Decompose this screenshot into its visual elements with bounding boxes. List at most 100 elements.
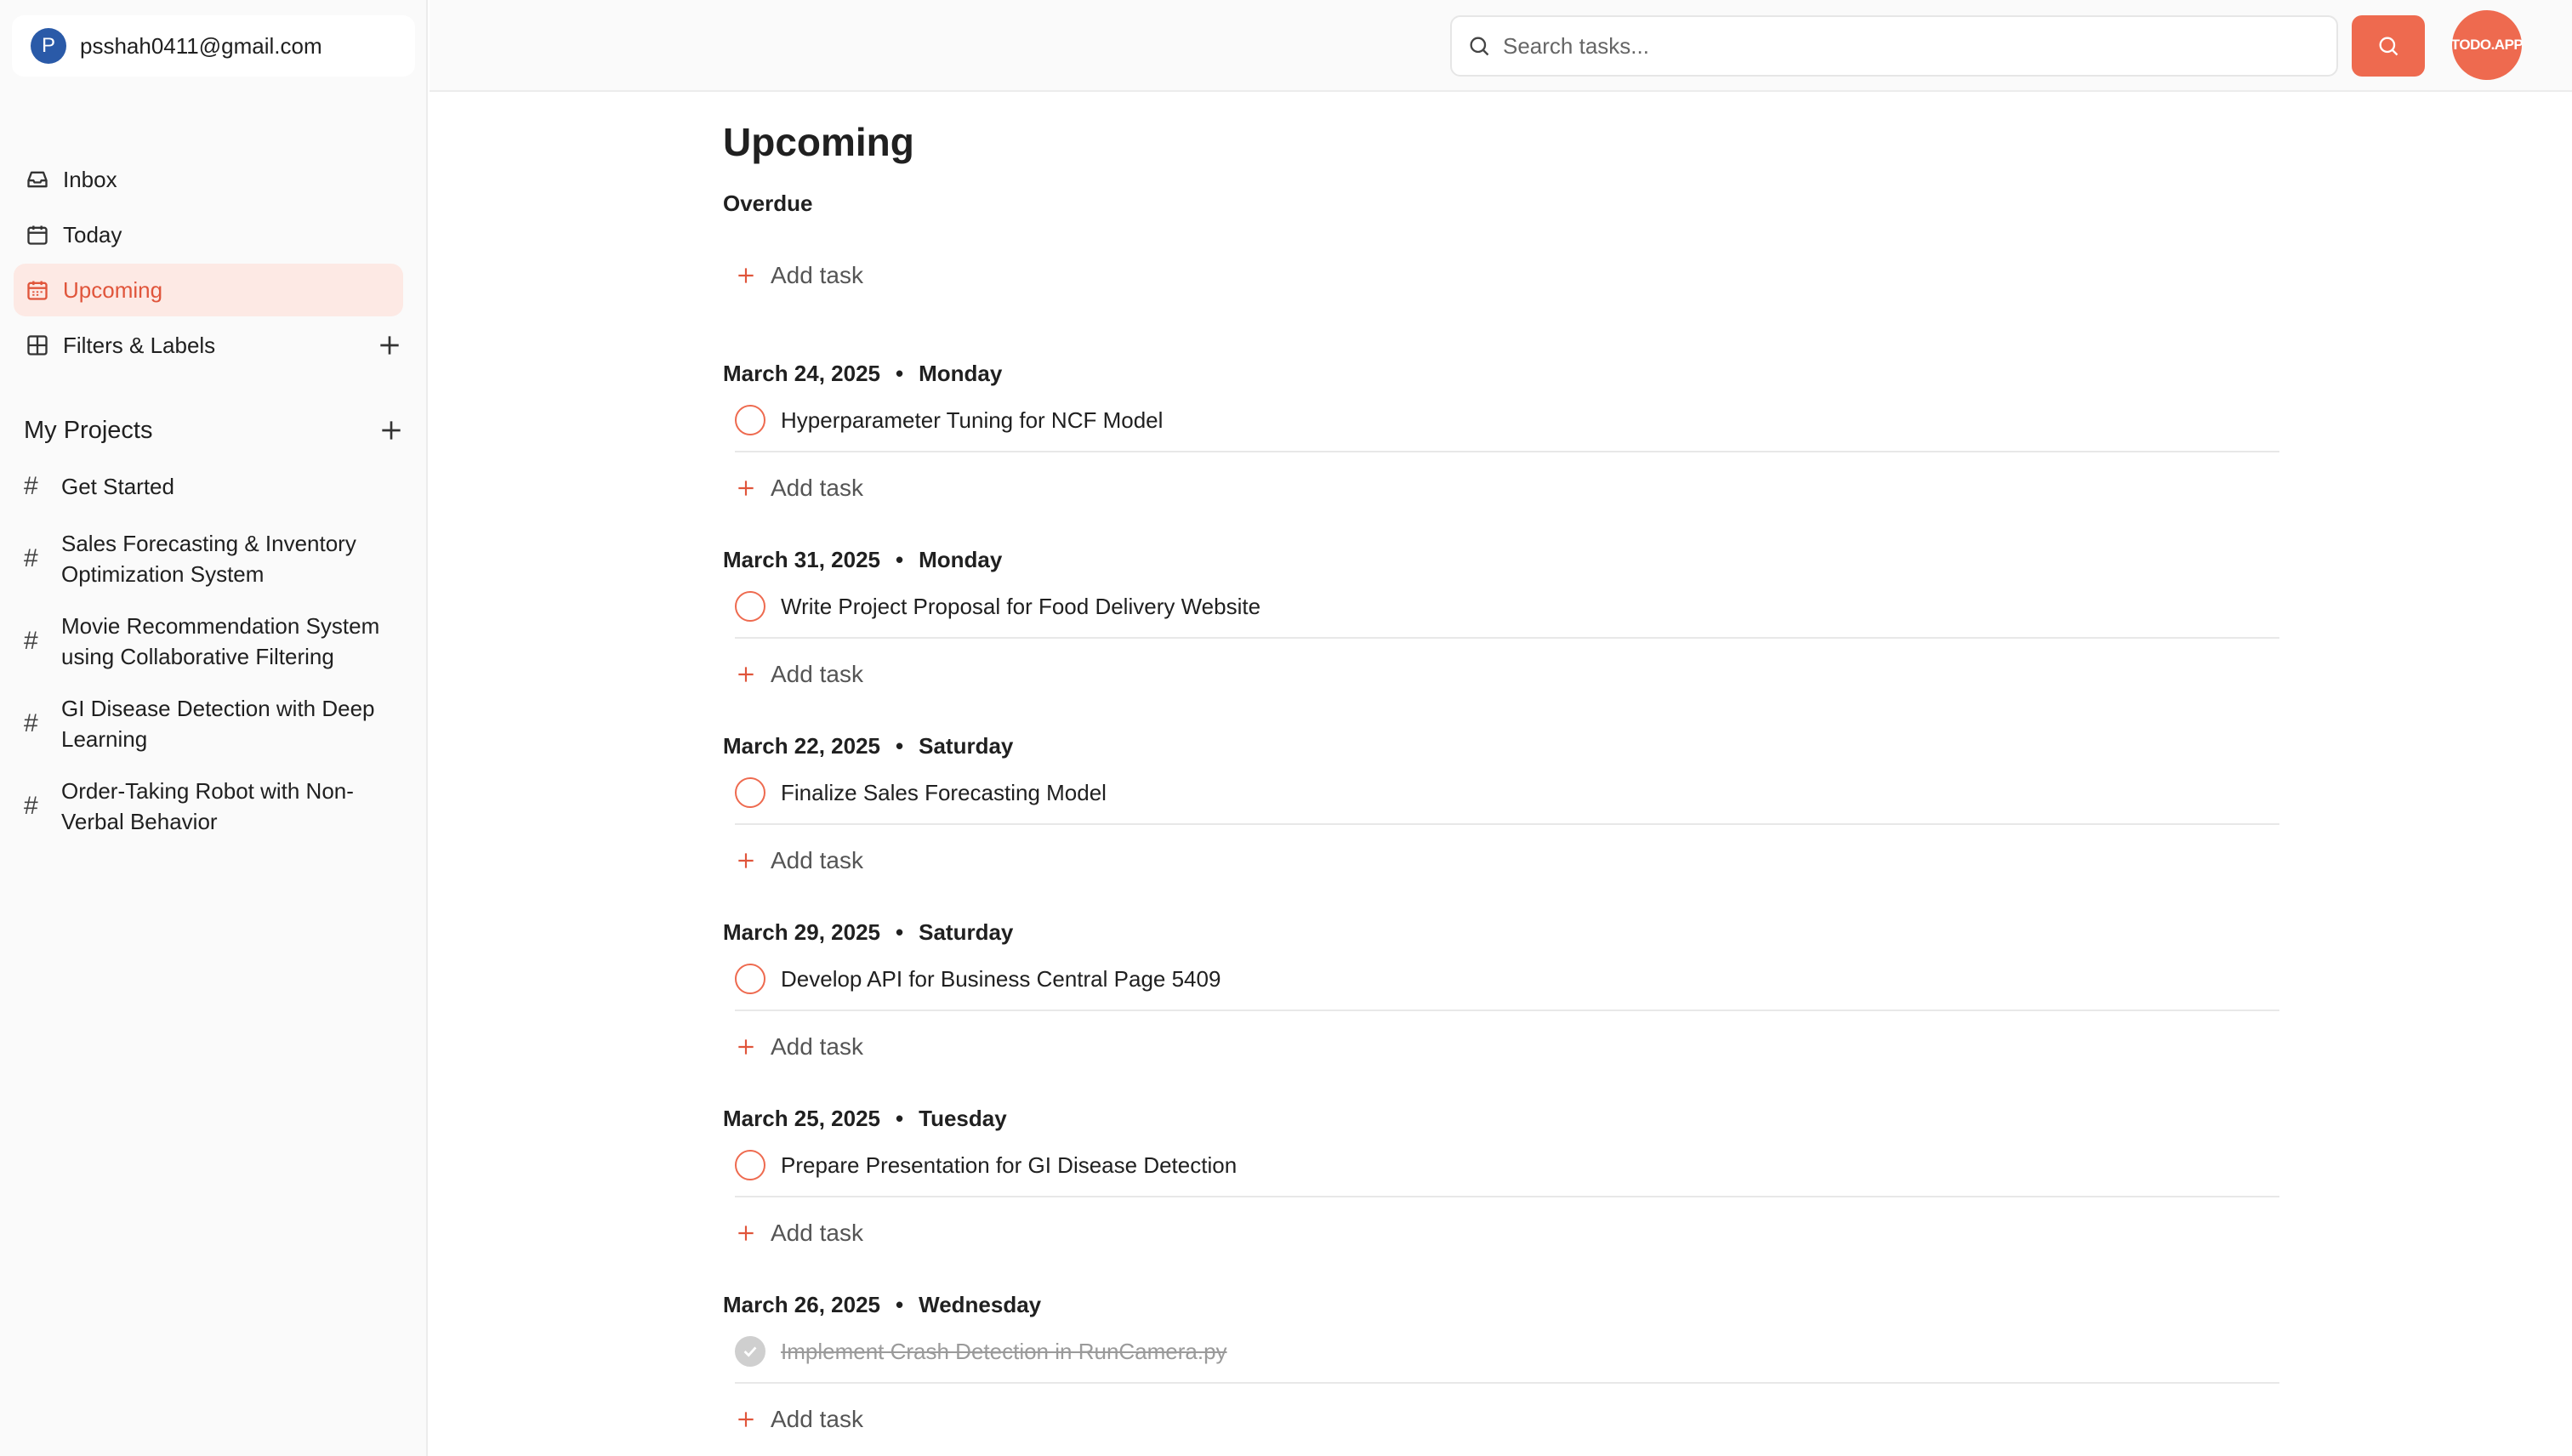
inbox-icon bbox=[24, 166, 51, 193]
hash-icon: # bbox=[24, 627, 38, 655]
section-date: March 29, 2025 bbox=[723, 919, 881, 945]
add-filter-icon[interactable] bbox=[376, 332, 403, 359]
add-task-button[interactable]: Add task bbox=[735, 842, 863, 879]
task-title: Hyperparameter Tuning for NCF Model bbox=[781, 407, 1164, 433]
section-day: Monday bbox=[919, 361, 1003, 386]
add-task-label: Add task bbox=[771, 262, 863, 288]
task-row[interactable]: Prepare Presentation for GI Disease Dete… bbox=[735, 1135, 2279, 1197]
nav-item-inbox[interactable]: Inbox bbox=[14, 153, 403, 206]
task-checkbox[interactable] bbox=[735, 777, 765, 808]
day-section: March 25, 2025 • Tuesday Prepare Present… bbox=[723, 1106, 2279, 1276]
nav-item-upcoming[interactable]: Upcoming bbox=[14, 264, 403, 316]
section-day: Tuesday bbox=[919, 1106, 1007, 1131]
add-task-label: Add task bbox=[771, 475, 863, 501]
grid-icon bbox=[24, 332, 51, 359]
calendar-grid-icon bbox=[24, 276, 51, 304]
plus-icon bbox=[738, 268, 754, 283]
task-row[interactable]: Finalize Sales Forecasting Model bbox=[735, 762, 2279, 825]
day-section: March 31, 2025 • Monday Write Project Pr… bbox=[723, 547, 2279, 717]
hash-icon: # bbox=[24, 709, 38, 737]
search-box[interactable] bbox=[1450, 15, 2338, 77]
section-date: March 31, 2025 bbox=[723, 547, 881, 572]
project-item[interactable]: # Movie Recommendation System using Coll… bbox=[24, 611, 403, 672]
day-section: March 22, 2025 • Saturday Finalize Sales… bbox=[723, 733, 2279, 903]
plus-icon bbox=[738, 853, 754, 868]
project-item[interactable]: # Order-Taking Robot with Non-Verbal Beh… bbox=[24, 776, 403, 837]
account-switcher[interactable]: P psshah0411@gmail.com bbox=[12, 15, 415, 77]
separator-dot: • bbox=[896, 919, 904, 945]
separator-dot: • bbox=[896, 547, 904, 572]
plus-icon bbox=[738, 1039, 754, 1055]
nav-item-label: Filters & Labels bbox=[63, 332, 216, 358]
separator-dot: • bbox=[896, 733, 904, 759]
add-task-button[interactable]: Add task bbox=[735, 1028, 863, 1066]
project-label: GI Disease Detection with Deep Learning bbox=[61, 696, 375, 752]
nav-item-filters-labels[interactable]: Filters & Labels bbox=[14, 319, 403, 372]
nav-item-today[interactable]: Today bbox=[14, 208, 403, 261]
task-checkbox[interactable] bbox=[735, 591, 765, 622]
section-day: Saturday bbox=[919, 919, 1014, 945]
separator-dot: • bbox=[896, 1292, 904, 1317]
task-checkbox-checked[interactable] bbox=[735, 1336, 765, 1367]
section-header: March 31, 2025 • Monday bbox=[723, 547, 1002, 573]
task-title: Implement Crash Detection in RunCamera.p… bbox=[781, 1338, 1227, 1364]
projects-title: My Projects bbox=[24, 416, 153, 444]
top-bar: TODO.APP bbox=[430, 0, 2572, 92]
section-day: Wednesday bbox=[919, 1292, 1042, 1317]
task-row[interactable]: Implement Crash Detection in RunCamera.p… bbox=[735, 1321, 2279, 1384]
add-project-icon[interactable] bbox=[378, 417, 405, 444]
task-title: Prepare Presentation for GI Disease Dete… bbox=[781, 1152, 1238, 1178]
sidebar: P psshah0411@gmail.com Inbox Today Upcom… bbox=[0, 0, 428, 1456]
section-header: March 26, 2025 • Wednesday bbox=[723, 1292, 1041, 1318]
add-task-button[interactable]: Add task bbox=[735, 1214, 863, 1252]
add-task-button[interactable]: Add task bbox=[735, 469, 863, 507]
day-section: March 29, 2025 • Saturday Develop API fo… bbox=[723, 919, 2279, 1089]
project-label: Order-Taking Robot with Non-Verbal Behav… bbox=[61, 778, 354, 834]
calendar-icon bbox=[24, 221, 51, 248]
search-input[interactable] bbox=[1503, 32, 2319, 60]
search-button[interactable] bbox=[2352, 15, 2425, 77]
task-row[interactable]: Hyperparameter Tuning for NCF Model bbox=[735, 390, 2279, 452]
plus-icon bbox=[738, 481, 754, 496]
check-icon bbox=[743, 1346, 757, 1357]
section-date: March 25, 2025 bbox=[723, 1106, 881, 1131]
add-task-button[interactable]: Add task bbox=[735, 656, 863, 693]
hash-icon: # bbox=[24, 792, 38, 820]
section-date: March 24, 2025 bbox=[723, 361, 881, 386]
day-section: March 26, 2025 • Wednesday Implement Cra… bbox=[723, 1292, 2279, 1456]
brand-logo[interactable]: TODO.APP bbox=[2451, 10, 2524, 80]
task-row[interactable]: Develop API for Business Central Page 54… bbox=[735, 948, 2279, 1011]
section-day: Monday bbox=[919, 547, 1003, 572]
section-day: Saturday bbox=[919, 733, 1014, 759]
project-item[interactable]: # GI Disease Detection with Deep Learnin… bbox=[24, 693, 403, 754]
add-task-label: Add task bbox=[771, 847, 863, 873]
project-item[interactable]: # Sales Forecasting & Inventory Optimiza… bbox=[24, 528, 403, 589]
hash-icon: # bbox=[24, 472, 38, 500]
task-checkbox[interactable] bbox=[735, 405, 765, 435]
nav-item-label: Inbox bbox=[63, 166, 117, 192]
add-task-label: Add task bbox=[771, 1406, 863, 1432]
hash-icon: # bbox=[24, 544, 38, 572]
account-email: psshah0411@gmail.com bbox=[80, 32, 322, 59]
separator-dot: • bbox=[896, 361, 904, 386]
add-task-button[interactable]: Add task bbox=[735, 1401, 863, 1438]
section-header: March 29, 2025 • Saturday bbox=[723, 919, 1013, 946]
add-task-label: Add task bbox=[771, 1220, 863, 1246]
section-header: March 22, 2025 • Saturday bbox=[723, 733, 1013, 759]
project-label: Movie Recommendation System using Collab… bbox=[61, 613, 380, 669]
add-task-button[interactable]: Add task bbox=[735, 257, 863, 294]
task-row[interactable]: Write Project Proposal for Food Delivery… bbox=[735, 576, 2279, 639]
task-checkbox[interactable] bbox=[735, 964, 765, 994]
project-item[interactable]: # Get Started bbox=[24, 466, 403, 507]
task-checkbox[interactable] bbox=[735, 1150, 765, 1180]
overdue-heading: Overdue bbox=[723, 191, 813, 216]
page-title: Upcoming bbox=[723, 120, 914, 164]
day-section: March 24, 2025 • Monday Hyperparameter T… bbox=[723, 361, 2279, 531]
section-date: March 26, 2025 bbox=[723, 1292, 881, 1317]
projects-header: My Projects bbox=[24, 413, 403, 447]
add-task-label: Add task bbox=[771, 661, 863, 687]
search-icon bbox=[2376, 34, 2400, 58]
task-title: Develop API for Business Central Page 54… bbox=[781, 965, 1221, 992]
nav-item-label: Upcoming bbox=[63, 276, 163, 303]
section-header: March 25, 2025 • Tuesday bbox=[723, 1106, 1007, 1132]
